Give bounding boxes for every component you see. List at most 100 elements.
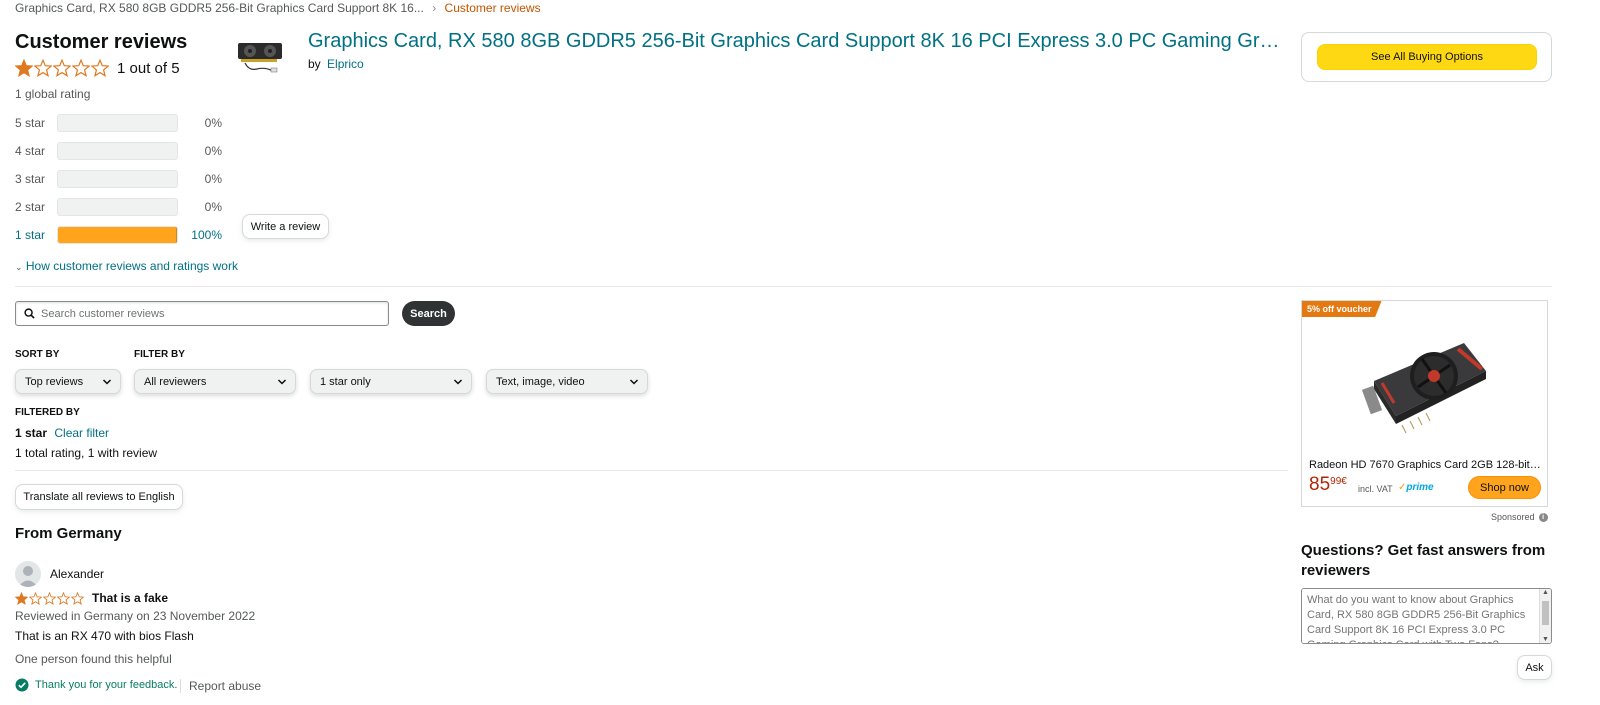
voucher-badge: 5% off voucher bbox=[1302, 301, 1382, 317]
ask-button[interactable]: Ask bbox=[1517, 655, 1552, 680]
helpful-count: One person found this helpful bbox=[15, 652, 172, 666]
by-label: by bbox=[308, 57, 321, 71]
user-avatar-icon bbox=[18, 566, 38, 587]
media-filter-value: Text, image, video bbox=[496, 375, 585, 388]
brand-link[interactable]: Elprico bbox=[327, 57, 364, 71]
star-empty-icon bbox=[91, 59, 109, 77]
histogram-percent: 0% bbox=[204, 144, 222, 158]
buy-box: See All Buying Options bbox=[1301, 32, 1552, 82]
review-search-field[interactable] bbox=[15, 301, 389, 326]
star-empty-icon bbox=[72, 59, 90, 77]
search-input[interactable] bbox=[41, 307, 371, 320]
histogram-label: 4 star bbox=[15, 144, 46, 158]
clear-filter-link[interactable]: Clear filter bbox=[54, 426, 109, 440]
review-title[interactable]: That is a fake bbox=[92, 591, 168, 605]
product-byline: by Elprico bbox=[308, 57, 364, 71]
histogram-label: 5 star bbox=[15, 116, 46, 130]
breadcrumb-current: Customer reviews bbox=[444, 1, 541, 15]
shop-now-button[interactable]: Shop now bbox=[1468, 476, 1541, 499]
review-stars bbox=[15, 591, 84, 605]
average-stars bbox=[15, 59, 109, 77]
histogram-bar[interactable] bbox=[57, 226, 178, 244]
search-button[interactable]: Search bbox=[402, 301, 455, 326]
divider bbox=[15, 470, 1288, 471]
graphics-card-image[interactable] bbox=[1354, 321, 1494, 446]
question-box[interactable]: ▲ ▼ bbox=[1301, 588, 1552, 644]
report-abuse-link[interactable]: Report abuse bbox=[180, 679, 261, 693]
feedback-text: Thank you for your feedback. bbox=[35, 679, 178, 691]
avatar bbox=[15, 561, 41, 587]
average-rating: 1 out of 5 bbox=[15, 59, 180, 77]
star-empty-icon bbox=[71, 591, 84, 605]
breadcrumb: Graphics Card, RX 580 8GB GDDR5 256-Bit … bbox=[15, 1, 541, 15]
chevron-down-icon bbox=[453, 378, 463, 385]
prime-label: prime bbox=[1406, 482, 1434, 493]
breadcrumb-product-link[interactable]: Graphics Card, RX 580 8GB GDDR5 256-Bit … bbox=[15, 1, 424, 15]
price-fraction: 99 bbox=[1330, 476, 1342, 487]
sponsored-text: Sponsored bbox=[1491, 512, 1535, 522]
how-reviews-work-label[interactable]: How customer reviews and ratings work bbox=[26, 259, 238, 273]
ad-price: 85 99 € bbox=[1309, 474, 1347, 496]
price-currency: € bbox=[1341, 476, 1347, 487]
info-icon[interactable]: i bbox=[1538, 512, 1548, 522]
how-reviews-work-link[interactable]: ⌄ How customer reviews and ratings work bbox=[15, 259, 238, 273]
scroll-down-icon[interactable]: ▼ bbox=[1542, 636, 1549, 643]
review-date: Reviewed in Germany on 23 November 2022 bbox=[15, 609, 256, 623]
star-empty-icon bbox=[57, 591, 70, 605]
histogram-label[interactable]: 1 star bbox=[15, 228, 57, 242]
scroll-up-icon[interactable]: ▲ bbox=[1542, 589, 1549, 596]
histogram-percent[interactable]: 100% bbox=[178, 228, 222, 242]
filtered-by-label: FILTERED BY bbox=[15, 407, 80, 418]
star-empty-icon bbox=[53, 59, 71, 77]
chevron-down-icon bbox=[629, 378, 639, 385]
chevron-down-icon bbox=[102, 378, 112, 385]
media-filter-dropdown[interactable]: Text, image, video bbox=[486, 369, 648, 394]
question-input[interactable] bbox=[1302, 589, 1538, 643]
histogram-bar bbox=[57, 170, 178, 188]
rating-text: 1 out of 5 bbox=[117, 59, 180, 77]
ad-product-title[interactable]: Radeon HD 7670 Graphics Card 2GB 128-bit… bbox=[1309, 459, 1541, 471]
search-icon bbox=[24, 308, 35, 319]
histogram-percent: 0% bbox=[204, 116, 222, 130]
histogram-row-2-star: 2 star 0% bbox=[15, 198, 222, 216]
sort-value: Top reviews bbox=[25, 375, 84, 388]
translate-all-button[interactable]: Translate all reviews to English bbox=[15, 484, 183, 510]
star-empty-icon bbox=[34, 59, 52, 77]
sort-dropdown[interactable]: Top reviews bbox=[15, 369, 121, 394]
chevron-down-icon bbox=[277, 378, 287, 385]
reviewer-filter-dropdown[interactable]: All reviewers bbox=[134, 369, 296, 394]
check-circle-icon bbox=[15, 678, 29, 692]
question-scrollbar[interactable]: ▲ ▼ bbox=[1539, 589, 1551, 643]
price-whole: 85 bbox=[1309, 474, 1331, 495]
sponsored-product-card[interactable]: 5% off voucher Radeon HD 7670 Graphics C… bbox=[1301, 300, 1548, 507]
histogram-percent: 0% bbox=[204, 172, 222, 186]
filter-by-label: FILTER BY bbox=[134, 349, 185, 360]
breadcrumb-separator: › bbox=[432, 1, 437, 15]
reviewer-name[interactable]: Alexander bbox=[50, 567, 104, 581]
qa-heading: Questions? Get fast answers from reviewe… bbox=[1301, 542, 1546, 579]
sponsored-label[interactable]: Sponsored i bbox=[1491, 512, 1548, 522]
histogram-percent: 0% bbox=[204, 200, 222, 214]
see-all-buying-options-button[interactable]: See All Buying Options bbox=[1317, 44, 1537, 70]
reviewer-filter-value: All reviewers bbox=[144, 375, 207, 388]
global-rating-count: 1 global rating bbox=[15, 87, 91, 101]
histogram-fill bbox=[58, 227, 177, 243]
scrollbar-thumb[interactable] bbox=[1542, 601, 1549, 625]
histogram-row-4-star: 4 star 0% bbox=[15, 142, 222, 160]
product-thumbnail[interactable] bbox=[235, 38, 285, 74]
star-filter-dropdown[interactable]: 1 star only bbox=[310, 369, 472, 394]
star-empty-icon bbox=[29, 591, 42, 605]
histogram-row-1-star[interactable]: 1 star 100% bbox=[15, 226, 222, 244]
histogram-label: 3 star bbox=[15, 172, 46, 186]
review-title-row: That is a fake bbox=[15, 591, 168, 605]
histogram-label: 2 star bbox=[15, 200, 46, 214]
product-title-link[interactable]: Graphics Card, RX 580 8GB GDDR5 256-Bit … bbox=[308, 30, 1288, 53]
chevron-down-icon: ⌄ bbox=[15, 262, 23, 272]
histogram-row-3-star: 3 star 0% bbox=[15, 170, 222, 188]
active-filter: 1 star Clear filter bbox=[15, 426, 109, 440]
star-filled-icon bbox=[15, 591, 28, 605]
total-ratings-text: 1 total rating, 1 with review bbox=[15, 446, 158, 460]
star-empty-icon bbox=[43, 591, 56, 605]
feedback-confirmation: Thank you for your feedback. bbox=[15, 678, 177, 692]
write-review-button[interactable]: Write a review bbox=[242, 214, 329, 239]
